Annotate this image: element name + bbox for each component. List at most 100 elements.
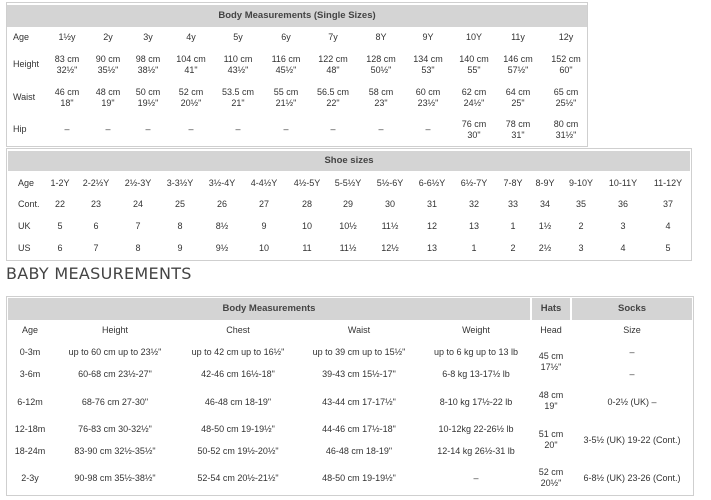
single-waist-value: 50 cm	[135, 87, 161, 97]
shoe-uk-value: 7	[135, 221, 141, 231]
baby-socks-cell: 6-8½ (UK) 23-26 (Cont.)	[583, 473, 681, 483]
shoe-us-value: 9½	[215, 243, 229, 253]
baby-socks-cell: –	[629, 369, 635, 379]
single-age: 5y	[233, 32, 243, 42]
single-hip-value: 31"	[511, 130, 525, 140]
baby-height-cell: up to 60 cm up to 23½"	[68, 347, 162, 357]
shoe-uk-value: 8½	[215, 221, 229, 231]
shoe-us-value: 2½	[538, 243, 552, 253]
baby-head-cell: 51 cm	[538, 429, 564, 439]
baby-head-cell: 19"	[544, 401, 558, 411]
shoe-us-value: 4	[620, 243, 626, 253]
baby-height-cell: 68-76 cm 27-30"	[81, 397, 149, 407]
single-sizes-title: Body Measurements (Single Sizes)	[7, 5, 587, 27]
shoe-uk-value: 1½	[538, 221, 552, 231]
single-age: 7y	[328, 32, 338, 42]
baby-head-cell: 45 cm	[538, 351, 564, 361]
shoe-ages-value: 6½-7Y	[460, 178, 488, 188]
baby-group-body-label: Body Measurements	[222, 303, 316, 314]
single-height-value: 38½"	[137, 65, 159, 75]
shoe-us-value: 13	[426, 243, 437, 253]
shoe-ages-value: 9-10Y	[568, 178, 594, 188]
single-height-value: 134 cm	[413, 54, 443, 64]
single-age: 8Y	[375, 32, 387, 42]
single-height-value: 104 cm	[176, 54, 206, 64]
shoe-cont-value: 34	[539, 199, 550, 209]
shoe-ages-value: 5½-6Y	[376, 178, 404, 188]
single-height-value: 83 cm	[54, 54, 80, 64]
baby-col-header: Weight	[462, 325, 490, 335]
shoe-us-value: 11	[302, 243, 312, 253]
baby-height-cell: 76-83 cm 30-32½"	[78, 424, 152, 434]
single-waist-value: 19½"	[137, 98, 159, 108]
single-height-value: 45½"	[275, 65, 297, 75]
single-height-value: 48"	[326, 65, 340, 75]
single-hip-value: –	[283, 124, 289, 134]
shoe-ages-value: 11-12Y	[653, 178, 683, 188]
baby-head-cell: 48 cm	[538, 390, 564, 400]
shoe-us-value: 12½	[381, 243, 399, 253]
single-height-value: 98 cm	[135, 54, 161, 64]
baby-col-header: Chest	[226, 325, 250, 335]
single-height-value: 43½"	[227, 65, 249, 75]
baby-chest-cell: 42-46 cm 16½-18"	[201, 369, 275, 379]
shoe-us-value: 9	[177, 243, 183, 253]
shoe-ages-value: 3½-4Y	[208, 178, 236, 188]
single-waist-value: 60 cm	[415, 87, 441, 97]
baby-head-cell: 52 cm	[538, 467, 564, 477]
shoe-row-label-us: US	[18, 243, 31, 253]
single-height-value: 50½"	[370, 65, 392, 75]
baby-height-cell: 83-90 cm 32½-35½"	[74, 446, 156, 456]
baby-weight-cell: 8-10 kg 17½-22 lb	[439, 397, 513, 407]
shoe-cont-value: 26	[216, 199, 227, 209]
baby-group-hats-label: Hats	[540, 303, 562, 314]
shoe-sizes-title: Shoe sizes	[8, 151, 690, 171]
shoe-ages-value: 2-2½Y	[82, 178, 110, 188]
single-height-value: 57½"	[507, 65, 529, 75]
shoe-us-value: 8	[135, 243, 141, 253]
shoe-cont-value: 28	[301, 199, 312, 209]
single-height-value: 140 cm	[459, 54, 489, 64]
single-age: 4y	[186, 32, 196, 42]
baby-weight-cell: 6-8 kg 13-17½ lb	[442, 369, 510, 379]
shoe-cont-value: 30	[384, 199, 395, 209]
single-hip-value: 30"	[467, 130, 481, 140]
baby-height-cell: 60-68 cm 23½-27"	[78, 369, 152, 379]
single-waist-value: 23½"	[417, 98, 439, 108]
baby-chest-cell: up to 42 cm up to 16½"	[191, 347, 285, 357]
baby-waist-cell: 48-50 cm 19-19½"	[322, 473, 396, 483]
baby-chest-cell: 52-54 cm 20½-21½"	[197, 473, 279, 483]
single-waist-value: 56.5 cm	[316, 87, 349, 97]
baby-chest-cell: 48-50 cm 19-19½"	[201, 424, 275, 434]
shoe-us-value: 1	[471, 243, 477, 253]
shoe-cont-value: 31	[426, 199, 437, 209]
single-age: 1½y	[58, 32, 76, 42]
single-hip-value: –	[330, 124, 336, 134]
baby-measurements-heading: BABY MEASUREMENTS	[6, 264, 192, 283]
shoe-uk-value: 10	[301, 221, 312, 231]
single-height-value: 60"	[559, 65, 573, 75]
shoe-cont-value: 23	[90, 199, 101, 209]
shoe-us-value: 7	[93, 243, 99, 253]
single-waist-value: 55 cm	[273, 87, 299, 97]
baby-col-header: Waist	[347, 325, 371, 335]
single-hip-value: 80 cm	[553, 119, 579, 129]
single-age: 12y	[558, 32, 574, 42]
baby-waist-cell: 46-48 cm 18-19"	[325, 446, 393, 456]
baby-head-cell: 20½"	[540, 478, 562, 488]
single-height-value: 41"	[184, 65, 198, 75]
single-height-value: 32½"	[56, 65, 78, 75]
single-waist-value: 21½"	[275, 98, 297, 108]
single-hip-value: 76 cm	[461, 119, 487, 129]
single-height-value: 53"	[421, 65, 435, 75]
single-waist-value: 20½"	[180, 98, 202, 108]
shoe-ages-value: 2½-3Y	[124, 178, 152, 188]
baby-waist-cell: 44-46 cm 17½-18"	[322, 424, 396, 434]
single-hip-value: –	[378, 124, 384, 134]
single-waist-value: 21"	[231, 98, 245, 108]
shoe-row-label-age: Age	[18, 178, 35, 188]
shoe-uk-value: 9	[261, 221, 267, 231]
baby-socks-cell: –	[629, 347, 635, 357]
single-height-value: 152 cm	[551, 54, 581, 64]
single-hip-value: 78 cm	[505, 119, 531, 129]
